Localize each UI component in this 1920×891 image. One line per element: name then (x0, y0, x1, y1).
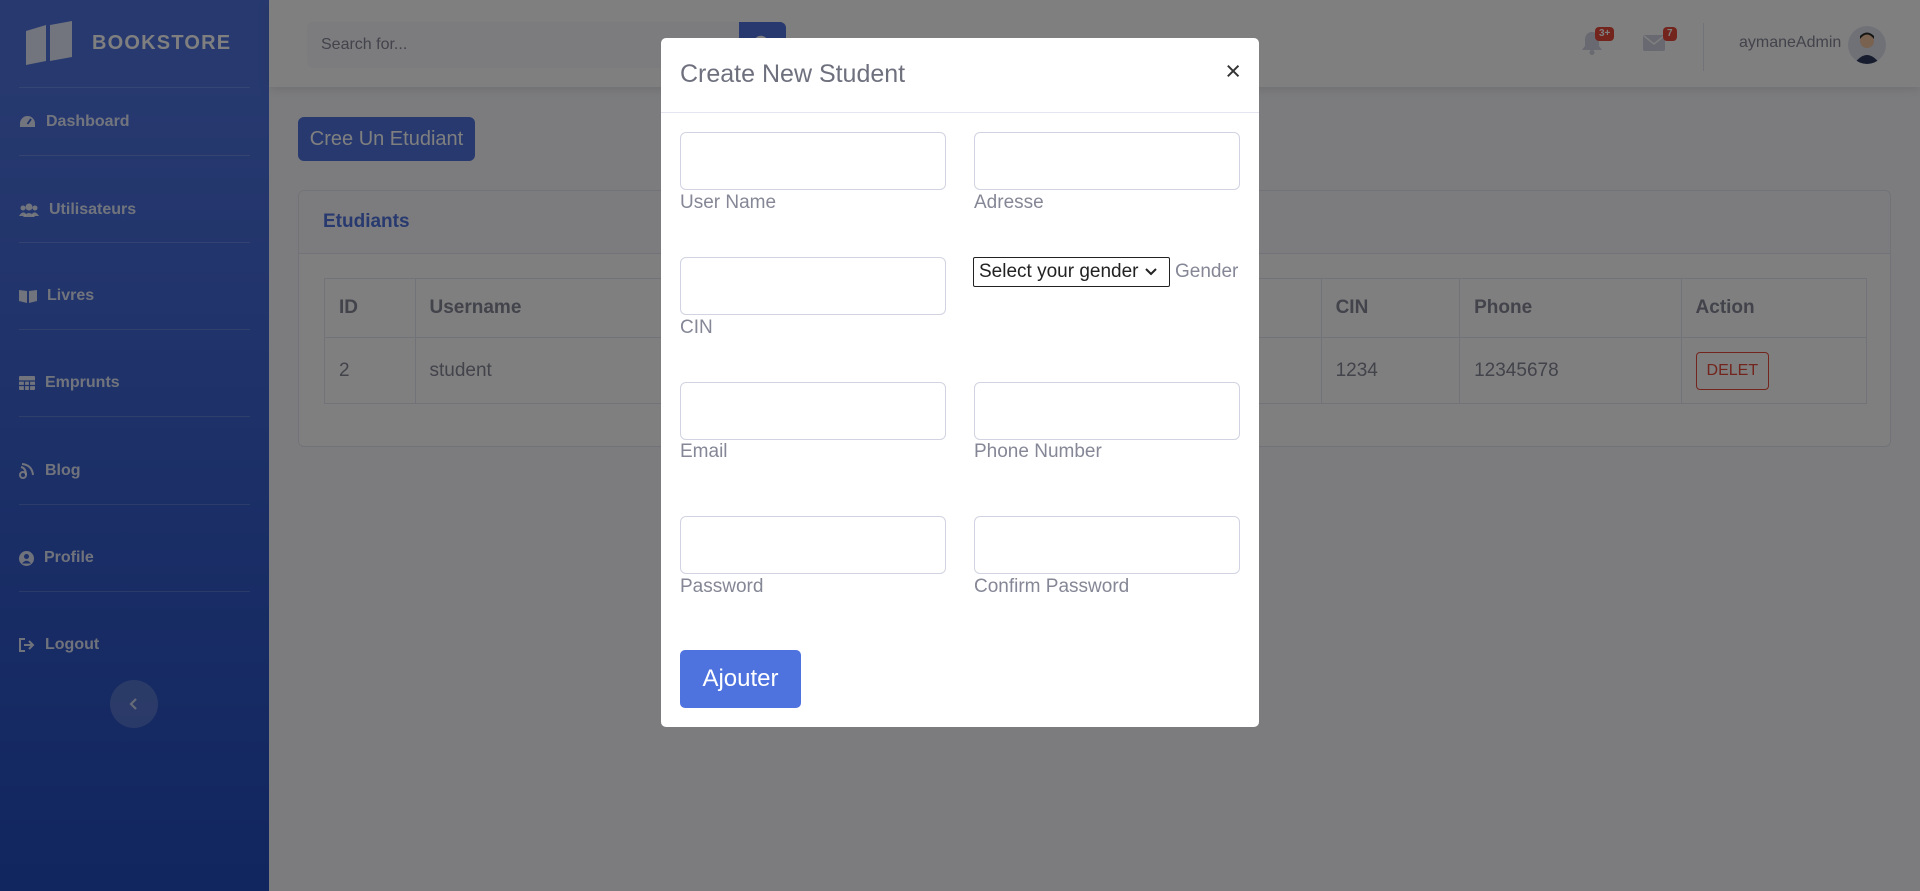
password-label: Password (680, 576, 764, 597)
confirm-password-label: Confirm Password (974, 576, 1130, 597)
phone-label: Phone Number (974, 441, 1102, 462)
gender-select-value: Select your gender (979, 261, 1139, 282)
cin-input[interactable] (680, 257, 946, 315)
modal-title: Create New Student (680, 60, 906, 88)
username-label: User Name (680, 192, 777, 213)
modal-header: Create New Student × (661, 38, 1259, 113)
submit-button[interactable]: Ajouter (680, 650, 801, 708)
username-input[interactable] (680, 132, 946, 190)
address-label: Adresse (974, 192, 1044, 213)
email-input[interactable] (680, 382, 946, 440)
gender-label: Gender (1175, 261, 1239, 282)
address-input[interactable] (974, 132, 1240, 190)
cin-label: CIN (680, 317, 713, 338)
chevron-down-icon (1144, 268, 1157, 276)
close-icon[interactable]: × (1225, 58, 1241, 85)
gender-select[interactable]: Select your gender (973, 257, 1170, 287)
password-input[interactable] (680, 516, 946, 574)
email-label: Email (680, 441, 728, 462)
create-student-modal: Create New Student × User Name Adresse C… (661, 38, 1259, 727)
phone-input[interactable] (974, 382, 1240, 440)
confirm-password-input[interactable] (974, 516, 1240, 574)
